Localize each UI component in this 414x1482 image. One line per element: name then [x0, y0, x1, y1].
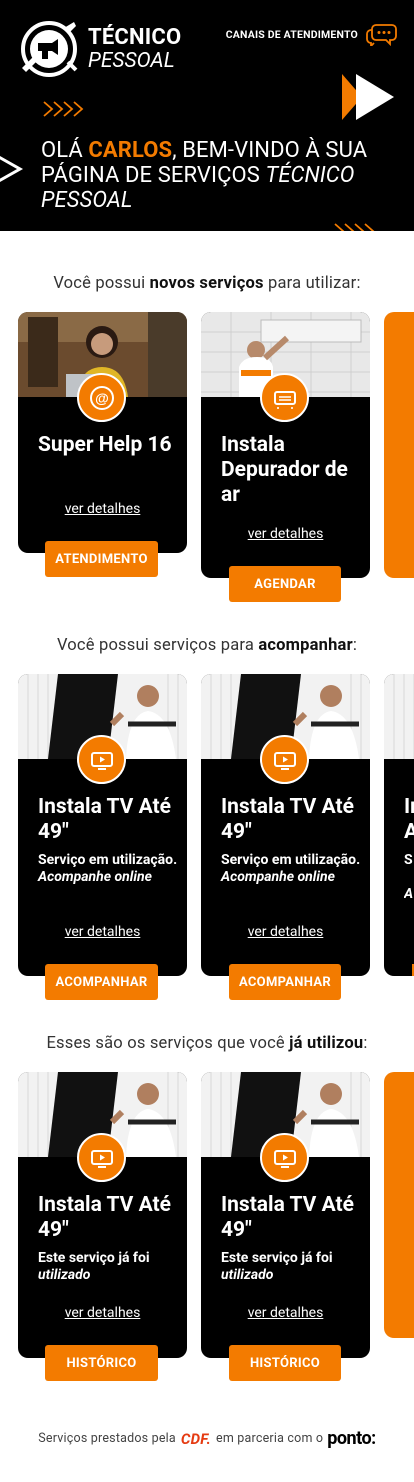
cdf-logo: CDF. [180, 1429, 211, 1448]
card-status-emphasis: utilizado [38, 1267, 91, 1283]
card-title: Instala TV Até 49" [38, 1193, 172, 1242]
tv-play-icon [77, 1133, 126, 1182]
service-card[interactable]: Instala TV Até 49" Serviço em utilização… [201, 674, 370, 976]
service-card[interactable]: Instala TV Até 49" Serviço em utilização… [18, 674, 187, 976]
section-new-bold: novos serviços [149, 274, 264, 293]
outline-arrow-icon [0, 155, 24, 183]
section-title-used: Esses são os serviços que você já utiliz… [0, 1034, 414, 1053]
card-status: Este serviço já foi utilizado [221, 1250, 366, 1284]
tv-play-icon [77, 735, 126, 784]
air-purifier-icon [260, 373, 309, 422]
service-channels-link[interactable]: CANAIS DE ATENDIMENTO [226, 22, 398, 46]
historico-button[interactable]: HISTÓRICO [45, 1345, 158, 1381]
channels-label: CANAIS DE ATENDIMENTO [225, 27, 358, 41]
decorative-chevrons-bottom-icon [334, 223, 375, 231]
peek-title: In A [404, 795, 414, 844]
tv-play-icon [260, 735, 309, 784]
next-card-peek[interactable] [384, 1072, 414, 1338]
card-status-emphasis: utilizado [221, 1267, 274, 1283]
acompanhar-button[interactable]: ACOMPANHAR [229, 964, 341, 1000]
ponto-logo: ponto: [327, 1428, 376, 1449]
card-status-emphasis: Acompanhe online [221, 869, 335, 885]
footer-mid: em parceria com o [216, 1431, 324, 1446]
chat-bubbles-icon [366, 24, 397, 46]
section-new-pre: Você possui [53, 274, 150, 293]
tools-logo-icon [21, 21, 78, 77]
at-sign-icon: @ [77, 373, 126, 422]
service-card[interactable]: Instala TV Até 49" Este serviço já foi ut… [18, 1072, 187, 1358]
card-status-text: Este serviço já foi [221, 1250, 333, 1266]
tv-installer-photo [384, 674, 414, 759]
details-link[interactable]: ver detalhes [18, 501, 187, 517]
peek-desc-emphasis: A [404, 886, 414, 902]
section-new-post: para utilizar: [263, 274, 361, 293]
section-follow-bold: acompanhar [258, 636, 353, 655]
card-status-emphasis: Acompanhe online [38, 869, 152, 885]
service-card[interactable]: @ Super Help 16 ver detalhes [18, 312, 187, 553]
card-title: Instala Depurador de ar [221, 433, 348, 507]
play-arrows-icon [342, 74, 394, 120]
details-link[interactable]: ver detalhes [201, 924, 370, 940]
card-status: Serviço em utilização. Acompanhe online [38, 852, 183, 886]
peek-desc: S u [404, 852, 413, 868]
welcome-greeting: OLÁ CARLOS, BEM-VINDO À SUA PÁGINA DE SE… [41, 138, 414, 213]
next-card-peek[interactable] [384, 312, 414, 578]
details-link[interactable]: ver detalhes [201, 526, 370, 542]
brand-line1: TÉCNICO [88, 24, 182, 50]
tv-play-icon [260, 1133, 309, 1182]
section-used-pre: Esses são os serviços que você [46, 1034, 290, 1053]
greeting-prefix: OLÁ [41, 138, 89, 163]
historico-button[interactable]: HISTÓRICO [229, 1345, 341, 1381]
card-status: Este serviço já foi utilizado [38, 1250, 183, 1284]
section-used-bold: já utilizou [289, 1034, 364, 1053]
user-name: CARLOS [88, 138, 173, 163]
card-status: Serviço em utilização. Acompanhe online [221, 852, 366, 886]
card-status-text: Serviço em utilização. [38, 852, 178, 868]
hero-banner: TÉCNICO PESSOAL CANAIS DE ATENDIMENTO OL… [0, 0, 414, 231]
brand-logo[interactable]: TÉCNICO PESSOAL [16, 18, 181, 80]
next-card-peek[interactable]: In A S u A [384, 674, 414, 976]
card-title: Instala TV Até 49" [221, 1193, 355, 1242]
section-title-follow: Você possui serviços para acompanhar: [0, 636, 414, 655]
card-title: Instala TV Até 49" [38, 795, 172, 844]
brand-line2: PESSOAL [88, 48, 175, 73]
footer-pre: Serviços prestados pela [38, 1431, 176, 1446]
svg-text:@: @ [95, 390, 109, 406]
section-title-new: Você possui novos serviços para utilizar… [0, 274, 414, 293]
card-status-text: Serviço em utilização. [221, 852, 361, 868]
section-used-post: : [363, 1034, 368, 1053]
card-title: Super Help 16 [38, 433, 172, 457]
section-follow-pre: Você possui serviços para [56, 636, 259, 655]
atendimento-button[interactable]: ATENDIMENTO [45, 541, 158, 577]
agendar-button[interactable]: AGENDAR [229, 566, 341, 602]
decorative-chevrons-icon [43, 101, 84, 117]
card-title: Instala TV Até 49" [221, 795, 355, 844]
details-link[interactable]: ver detalhes [18, 1305, 187, 1321]
acompanhar-button[interactable]: ACOMPANHAR [45, 964, 158, 1000]
details-link[interactable]: ver detalhes [18, 924, 187, 940]
service-card[interactable]: Instala Depurador de ar ver detalhes [201, 312, 370, 578]
service-card[interactable]: Instala TV Até 49" Este serviço já foi ut… [201, 1072, 370, 1358]
card-status-text: Este serviço já foi [38, 1250, 150, 1266]
details-link[interactable]: ver detalhes [201, 1305, 370, 1321]
footer-credits: Serviços prestados pela CDF. em parceria… [0, 1428, 414, 1449]
section-follow-post: : [352, 636, 358, 655]
